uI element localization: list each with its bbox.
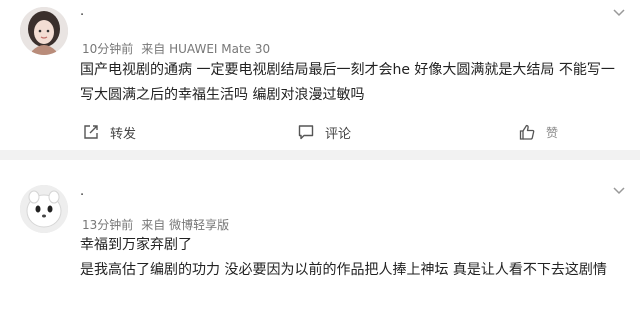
chevron-down-icon[interactable] <box>612 184 626 198</box>
avatar-ghost-image <box>20 185 68 233</box>
username[interactable]: · <box>80 8 84 23</box>
thumbs-up-icon <box>519 124 535 140</box>
comment-text-line: 国产电视剧的通病 一定要电视剧结局最后一刻才会he 好像大圆满就是大结局 不能写… <box>80 62 615 78</box>
comment-meta: 13分钟前 来自 微博轻享版 <box>82 216 229 233</box>
like-button[interactable]: 赞 <box>518 120 558 144</box>
repost-icon <box>84 125 98 139</box>
action-bar: 转发 评论 赞 <box>0 120 640 144</box>
chevron-down-icon[interactable] <box>612 6 626 20</box>
avatar[interactable] <box>20 7 68 55</box>
comment-text-line: 写大圆满之后的幸福生活吗 编剧对浪漫过敏吗 <box>80 87 365 103</box>
timestamp: 13分钟前 <box>82 218 134 232</box>
comment-card: · 10分钟前 来自 HUAWEI Mate 30 国产电视剧的通病 一定要电视剧… <box>0 0 640 150</box>
timestamp: 10分钟前 <box>82 42 134 56</box>
username[interactable]: · <box>80 188 84 203</box>
comment-text-line: 是我高估了编剧的功力 没必要因为以前的作品把人捧上神坛 真是让人看不下去这剧情 <box>80 262 607 278</box>
comment-label: 评论 <box>325 126 352 142</box>
repost-label: 转发 <box>110 126 137 142</box>
comment-card: · 13分钟前 来自 微博轻享版 幸福到万家弃剧了 是我高估了编剧的功力 没必要因… <box>0 160 640 323</box>
like-label: 赞 <box>546 125 559 140</box>
avatar[interactable] <box>20 185 68 233</box>
comment-text-line: 幸福到万家弃剧了 <box>80 237 192 253</box>
comment-icon <box>298 125 314 140</box>
comment-meta: 10分钟前 来自 HUAWEI Mate 30 <box>82 40 270 57</box>
device-source: 来自 微博轻享版 <box>141 218 230 232</box>
comment-button[interactable]: 评论 <box>297 120 351 144</box>
device-source: 来自 HUAWEI Mate 30 <box>141 42 271 56</box>
repost-button[interactable]: 转发 <box>82 120 136 144</box>
avatar-girl-image <box>20 7 68 55</box>
